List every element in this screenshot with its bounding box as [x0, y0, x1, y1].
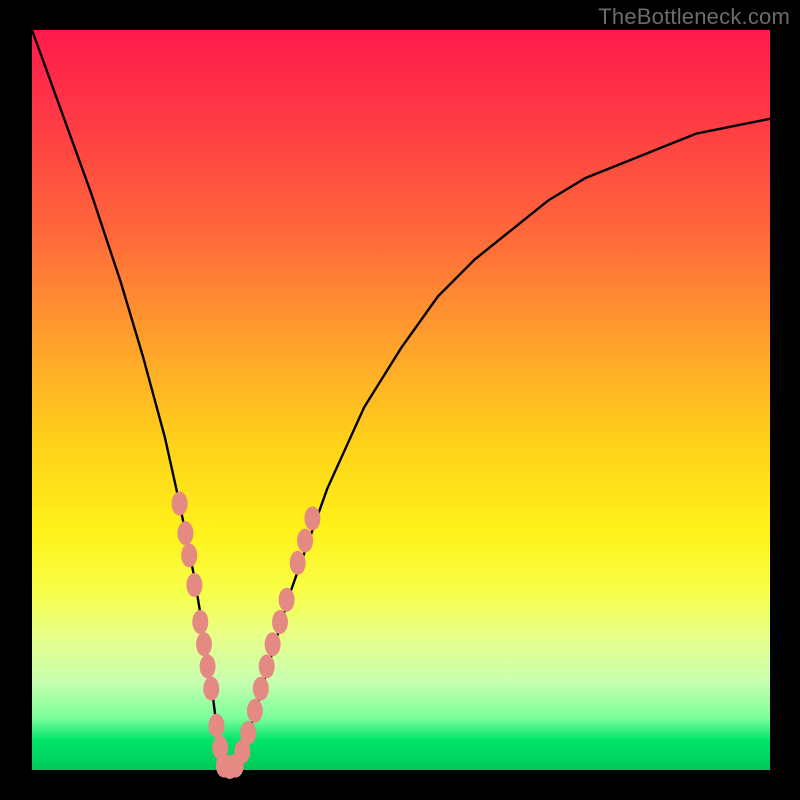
marker-dot — [209, 714, 225, 738]
plot-area — [32, 30, 770, 770]
watermark-text: TheBottleneck.com — [598, 4, 790, 30]
marker-dot — [272, 610, 288, 634]
marker-dot — [196, 632, 212, 656]
marker-dot — [172, 492, 188, 516]
marker-dot — [265, 632, 281, 656]
marker-dot — [203, 677, 219, 701]
highlight-markers — [172, 492, 321, 779]
chart-svg — [32, 30, 770, 770]
marker-dot — [304, 506, 320, 530]
marker-dot — [192, 610, 208, 634]
marker-dot — [178, 521, 194, 545]
marker-dot — [186, 573, 202, 597]
marker-dot — [259, 654, 275, 678]
bottleneck-curve — [32, 30, 770, 770]
marker-dot — [200, 654, 216, 678]
chart-frame: TheBottleneck.com — [0, 0, 800, 800]
marker-dot — [253, 677, 269, 701]
marker-dot — [279, 588, 295, 612]
marker-dot — [240, 721, 256, 745]
marker-dot — [290, 551, 306, 575]
marker-dot — [247, 699, 263, 723]
marker-dot — [297, 529, 313, 553]
marker-dot — [181, 543, 197, 567]
